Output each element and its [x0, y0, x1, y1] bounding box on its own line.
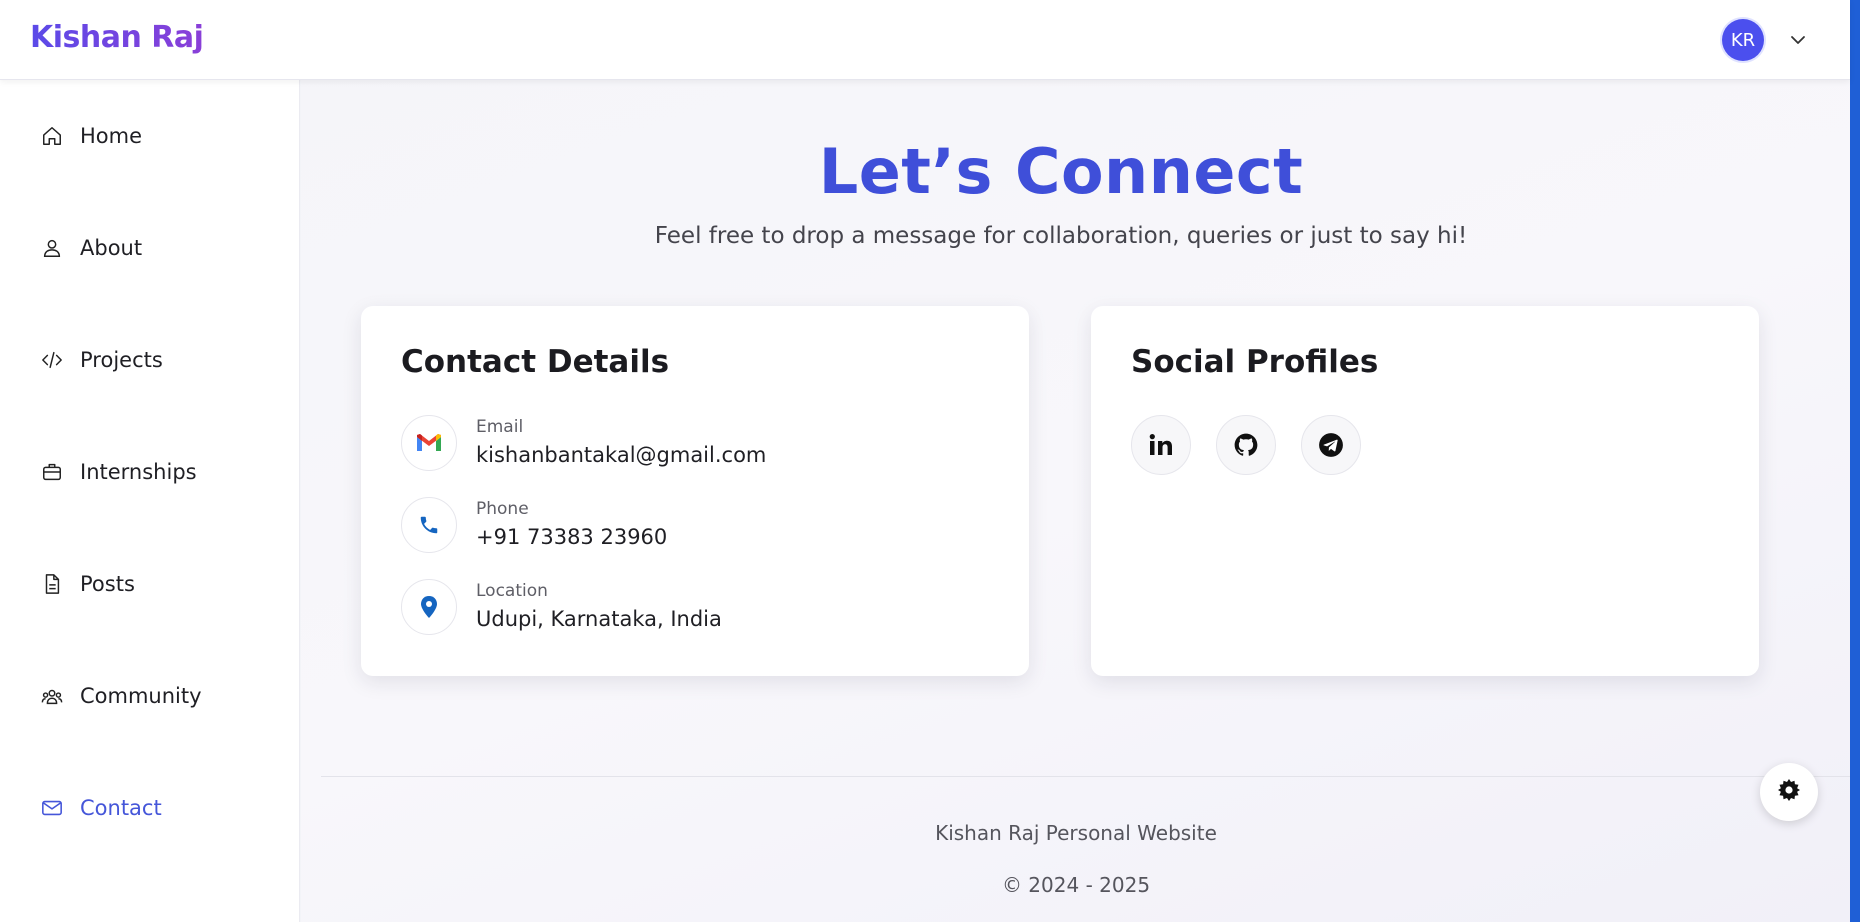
sidebar-item-label: Projects	[80, 348, 163, 372]
contact-value[interactable]: +91 73383 23960	[476, 525, 667, 549]
main-content: Let’s Connect Feel free to drop a messag…	[301, 80, 1850, 922]
footer-copyright: © 2024 - 2025	[1001, 873, 1151, 897]
users-icon	[40, 684, 64, 708]
sidebar-item-internships[interactable]: Internships	[40, 454, 280, 490]
user-avatar[interactable]: KR	[1722, 19, 1764, 61]
briefcase-icon	[40, 460, 64, 484]
sidebar-item-community[interactable]: Community	[40, 678, 280, 714]
page-title: Let’s Connect	[818, 135, 1304, 208]
telegram-icon[interactable]	[1301, 415, 1361, 475]
contact-label: Phone	[476, 499, 529, 519]
theme-toggle-button[interactable]	[1760, 763, 1818, 821]
sidebar-item-label: Contact	[80, 796, 162, 820]
card-title: Social Profiles	[1131, 344, 1379, 380]
top-navbar: Kishan Raj KR	[0, 0, 1850, 80]
phone-icon	[401, 497, 457, 553]
gear-icon	[1777, 778, 1801, 806]
contact-email[interactable]: Email kishanbantakal@gmail.com	[401, 415, 1001, 473]
mail-icon	[40, 796, 64, 820]
sidebar-item-about[interactable]: About	[40, 230, 280, 266]
home-icon	[40, 124, 64, 148]
code-icon	[40, 348, 64, 372]
contact-value[interactable]: kishanbantakal@gmail.com	[476, 443, 766, 467]
chevron-down-icon[interactable]	[1786, 28, 1810, 52]
sidebar-item-home[interactable]: Home	[40, 118, 280, 154]
gmail-icon	[401, 415, 457, 471]
contact-value[interactable]: Udupi, Karnataka, India	[476, 607, 722, 631]
card-title: Contact Details	[401, 344, 670, 380]
page-subtitle: Feel free to drop a message for collabor…	[654, 223, 1468, 249]
sidebar-item-contact[interactable]: Contact	[40, 790, 280, 826]
footer-divider	[321, 776, 1850, 777]
sidebar-item-label: About	[80, 236, 143, 260]
sidebar: Home About Projects Internships Posts Co…	[0, 80, 300, 922]
sidebar-item-label: Community	[80, 684, 202, 708]
window-edge-accent	[1850, 0, 1860, 922]
contact-label: Location	[476, 581, 548, 601]
contact-details-card: Contact Details Email kishanbantakal@gma…	[361, 306, 1029, 676]
sidebar-item-posts[interactable]: Posts	[40, 566, 280, 602]
footer-site-name: Kishan Raj Personal Website	[935, 821, 1217, 845]
sidebar-item-label: Home	[80, 124, 143, 148]
sidebar-item-label: Internships	[80, 460, 197, 484]
github-icon[interactable]	[1216, 415, 1276, 475]
social-profiles-card: Social Profiles	[1091, 306, 1759, 676]
sidebar-item-label: Posts	[80, 572, 135, 596]
sidebar-item-projects[interactable]: Projects	[40, 342, 280, 378]
contact-label: Email	[476, 417, 524, 437]
contact-phone[interactable]: Phone +91 73383 23960	[401, 497, 1001, 555]
user-icon	[40, 236, 64, 260]
contact-location[interactable]: Location Udupi, Karnataka, India	[401, 579, 1001, 637]
document-icon	[40, 572, 64, 596]
linkedin-icon[interactable]	[1131, 415, 1191, 475]
brand-logo[interactable]: Kishan Raj	[30, 20, 204, 55]
location-pin-icon	[401, 579, 457, 635]
